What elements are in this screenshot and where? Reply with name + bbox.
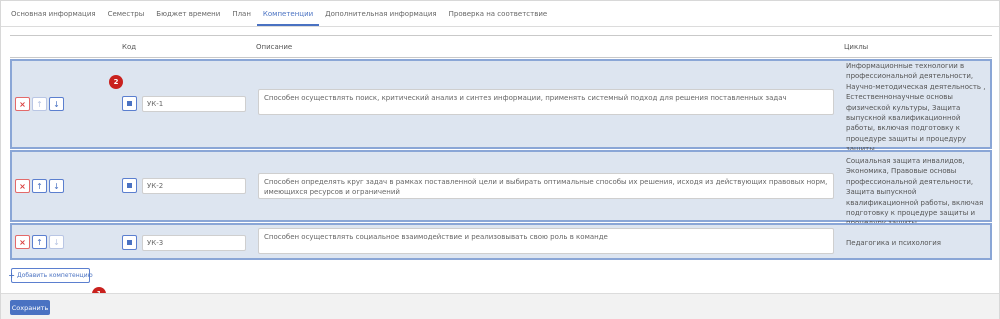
step-marker-2: 2 [109,75,123,89]
table-row: × ↑ ↓ УК-3 Способен осуществлять социаль… [10,223,992,260]
move-down-button[interactable]: ↓ [49,235,64,249]
delete-row-button[interactable]: × [15,235,30,249]
move-up-button[interactable]: ↑ [32,179,47,193]
tab-additional-info[interactable]: Дополнительная информация [319,1,442,26]
tab-semesters[interactable]: Семестры [102,1,151,26]
header-description: Описание [256,43,293,51]
row-controls: × ↑ ↓ [15,235,64,249]
square-icon [127,183,132,188]
row-controls: × ↑ ↓ [15,97,64,111]
tab-competences[interactable]: Компетенции [256,1,320,26]
cycles-text: Информационные технологии в профессионал… [846,62,986,153]
tab-time-budget[interactable]: Бюджет времени [150,1,226,26]
tab-bar: Основная информация Семестры Бюджет врем… [1,1,999,27]
square-icon [127,101,132,106]
code-input[interactable]: УК-3 [142,235,246,251]
delete-row-button[interactable]: × [15,179,30,193]
save-button[interactable]: Сохранить [10,300,50,315]
add-competence-label: Добавить компетенцию [17,272,93,279]
footer-bar: Сохранить [1,293,999,319]
tab-compliance-check[interactable]: Проверка на соответствие [443,1,554,26]
description-input[interactable]: Способен определять круг задач в рамках … [258,173,834,199]
table-header: Код Описание Циклы [10,36,992,58]
cycles-text: Педагогика и психология [846,239,941,247]
move-down-button[interactable]: ↓ [49,179,64,193]
cycles-text: Социальная защита инвалидов, Экономика, … [846,157,984,227]
square-icon [127,240,132,245]
header-code: Код [122,43,137,51]
code-input[interactable]: УК-1 [142,96,246,112]
select-code-button[interactable] [122,178,137,193]
description-input[interactable]: Способен осуществлять поиск, критический… [258,89,834,115]
move-up-button[interactable]: ↑ [32,235,47,249]
header-cycles: Циклы [844,43,869,51]
tab-plan[interactable]: План [226,1,257,26]
tab-basic-info[interactable]: Основная информация [5,1,102,26]
code-input[interactable]: УК-2 [142,178,246,194]
move-down-button[interactable]: ↓ [49,97,64,111]
select-code-button[interactable] [122,235,137,250]
competences-panel: Основная информация Семестры Бюджет врем… [0,0,1000,319]
row-controls: × ↑ ↓ [15,179,64,193]
plus-icon: + [8,271,15,280]
move-up-button[interactable]: ↑ [32,97,47,111]
competences-table: Код Описание Циклы × ↑ ↓ УК-1 Способен о… [10,35,992,260]
description-input[interactable]: Способен осуществлять социальное взаимод… [258,228,834,254]
delete-row-button[interactable]: × [15,97,30,111]
add-competence-button[interactable]: + Добавить компетенцию [8,268,93,283]
table-row: × ↑ ↓ УК-1 Способен осуществлять поиск, … [10,59,992,153]
select-code-button[interactable] [122,96,137,111]
table-row: × ↑ ↓ УК-2 Способен определять круг зада… [10,150,992,227]
